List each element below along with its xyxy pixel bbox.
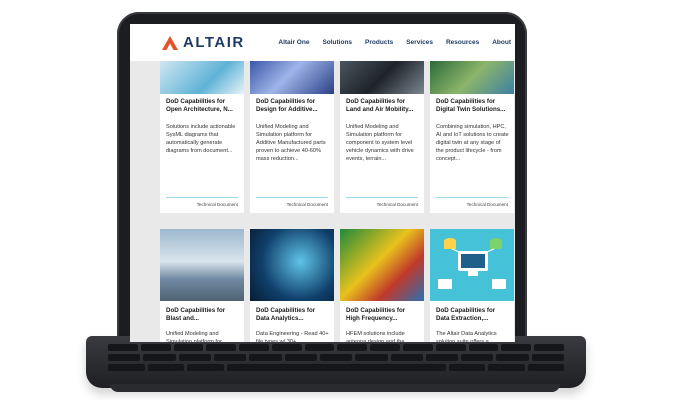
card-title: DoD Capabilities for Design for Additive… bbox=[256, 98, 318, 113]
keyboard-base bbox=[110, 384, 560, 392]
nav-item-products[interactable]: Products bbox=[365, 39, 393, 46]
card-description: Combining simulation, HPC, AI and IoT so… bbox=[436, 124, 509, 162]
card-description: HFEM solutions include antenna design an… bbox=[346, 331, 405, 342]
card-image-additive bbox=[250, 61, 334, 94]
card-image-data-analytics bbox=[250, 229, 334, 301]
resource-card[interactable]: DoD Capabilities for Data Analytics... D… bbox=[250, 229, 334, 342]
card-description: Solutions include actionable SysML diagr… bbox=[166, 124, 236, 154]
nav-item-solutions[interactable]: Solutions bbox=[322, 39, 352, 46]
card-image-data-extraction bbox=[430, 229, 514, 301]
main-nav: Altair One Solutions Products Services R… bbox=[278, 39, 515, 46]
card-divider bbox=[256, 197, 328, 198]
card-title: DoD Capabilities for Data Extraction,... bbox=[436, 307, 496, 322]
card-image-sysml bbox=[160, 61, 244, 94]
resource-card[interactable]: DoD Capabilities for Digital Twin Soluti… bbox=[430, 61, 514, 213]
card-divider bbox=[436, 197, 508, 198]
altair-logo[interactable]: ALTAIR bbox=[162, 34, 245, 51]
altair-logo-icon bbox=[162, 35, 178, 50]
card-description: Unified Modeling and Simulation platform… bbox=[166, 331, 222, 342]
logo-text: ALTAIR bbox=[183, 34, 245, 51]
card-type: Technical Document bbox=[286, 202, 328, 207]
card-title: DoD Capabilities for High Frequency... bbox=[346, 307, 406, 322]
keyboard bbox=[86, 336, 586, 388]
card-description: Unified Modeling and Simulation platform… bbox=[256, 124, 326, 162]
card-description: Unified Modeling and Simulation platform… bbox=[346, 124, 414, 162]
card-divider bbox=[166, 197, 238, 198]
screen: ALTAIR Altair One Solutions Products Ser… bbox=[130, 24, 515, 342]
card-type: Technical Document bbox=[466, 202, 508, 207]
resource-card[interactable]: DoD Capabilities for Design for Additive… bbox=[250, 61, 334, 213]
card-description: The Altair Data Analytics solution suite… bbox=[436, 331, 497, 342]
site-header: ALTAIR Altair One Solutions Products Ser… bbox=[130, 24, 515, 61]
resource-card[interactable]: DoD Capabilities for Data Extraction,...… bbox=[430, 229, 514, 342]
resource-card[interactable]: DoD Capabilities for Blast and... Unifie… bbox=[160, 229, 244, 342]
resource-card[interactable]: DoD Capabilities for High Frequency... H… bbox=[340, 229, 424, 342]
card-title: DoD Capabilities for Land and Air Mobili… bbox=[346, 98, 414, 113]
card-image-blast bbox=[160, 229, 244, 301]
card-image-digital-twin bbox=[430, 61, 514, 94]
nav-item-about[interactable]: About bbox=[492, 39, 511, 46]
resource-card[interactable]: DoD Capabilities for Open Architecture, … bbox=[160, 61, 244, 213]
nav-item-resources[interactable]: Resources bbox=[446, 39, 479, 46]
card-type: Technical Document bbox=[196, 202, 238, 207]
card-title: DoD Capabilities for Blast and... bbox=[166, 307, 226, 322]
card-description: Data Engineering - Read 40+ file types w… bbox=[256, 331, 329, 342]
card-image-mobility bbox=[340, 61, 424, 94]
resource-card[interactable]: DoD Capabilities for Land and Air Mobili… bbox=[340, 61, 424, 213]
nav-item-altair-one[interactable]: Altair One bbox=[278, 39, 309, 46]
card-type: Technical Document bbox=[376, 202, 418, 207]
card-title: DoD Capabilities for Data Analytics... bbox=[256, 307, 316, 322]
card-divider bbox=[346, 197, 418, 198]
card-title: DoD Capabilities for Open Architecture, … bbox=[166, 98, 233, 113]
card-title: DoD Capabilities for Digital Twin Soluti… bbox=[436, 98, 506, 113]
data-extraction-illustration bbox=[438, 238, 506, 289]
nav-item-services[interactable]: Services bbox=[406, 39, 433, 46]
card-image-high-frequency bbox=[340, 229, 424, 301]
